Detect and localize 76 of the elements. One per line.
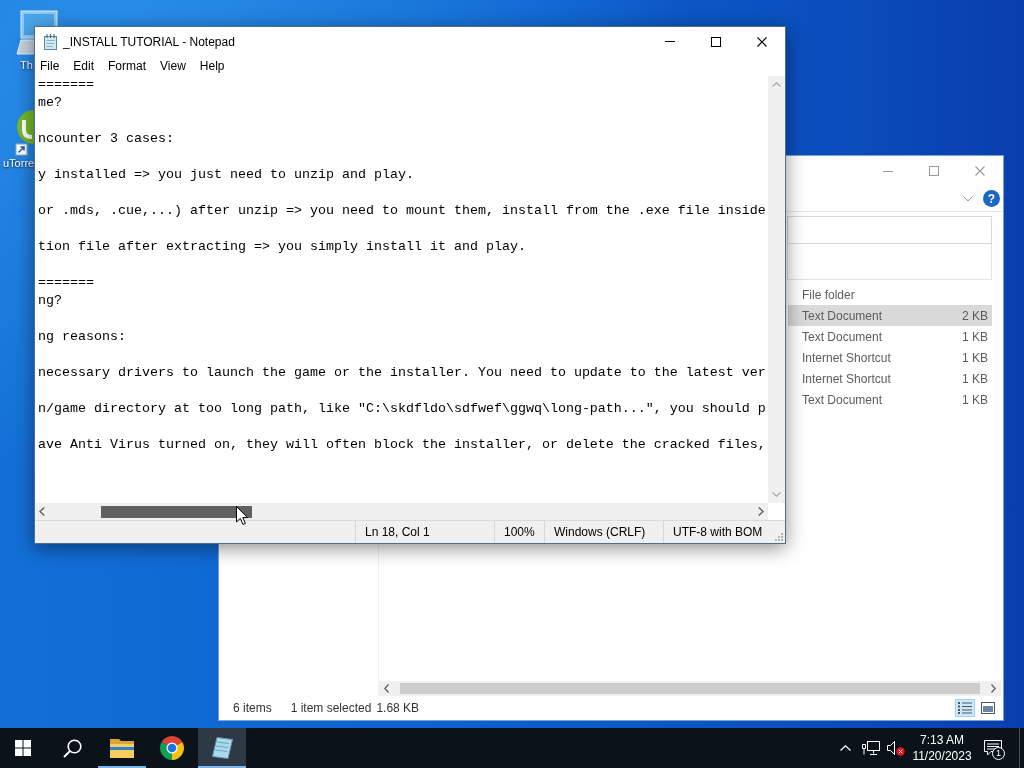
menu-item[interactable]: Edit xyxy=(66,56,102,76)
taskbar-button[interactable] xyxy=(198,728,246,768)
menu-item[interactable]: Help xyxy=(192,56,232,76)
status-text: Ln 18, Col 1 xyxy=(355,521,494,543)
file-row[interactable]: File folder xyxy=(788,284,992,305)
notifications-button[interactable]: 1 xyxy=(976,728,1010,768)
details-list-icon xyxy=(958,702,972,714)
resize-grip-icon[interactable] xyxy=(775,533,783,541)
horizontal-scrollbar[interactable] xyxy=(35,503,768,520)
text-line: ave Anti Virus turned on, they will often block the installer, or delete the cracked files, xyxy=(38,436,766,454)
icon-label: uTorre xyxy=(3,157,35,170)
text-line: ncounter 3 cases: xyxy=(38,130,174,148)
close-icon xyxy=(757,36,767,47)
file-size: 2 KB xyxy=(962,308,988,323)
maximize-icon xyxy=(711,36,721,47)
text-line: or .mds, .cue,...) after unzip => you need to mount them, install from the .exe file inside xyxy=(38,202,766,220)
selection-info: 1 item selected xyxy=(290,701,372,715)
status-text: Windows (CRLF) xyxy=(544,521,663,543)
notification-badge: 1 xyxy=(992,747,1005,760)
message-icon xyxy=(984,740,1002,756)
item-count: 6 items xyxy=(233,701,272,715)
file-row[interactable]: Text Document 2 KB xyxy=(788,305,992,326)
text-line: tion file after extracting => you simply install it and play. xyxy=(38,238,526,256)
text-line: ng? xyxy=(38,292,62,310)
text-line: ======= xyxy=(38,76,94,94)
menu-item[interactable]: Format xyxy=(101,56,154,76)
notepad-icon xyxy=(211,737,233,759)
menu-item[interactable]: File xyxy=(33,56,67,76)
file-size: 1 KB xyxy=(962,392,988,407)
file-type: Text Document xyxy=(802,308,883,323)
speaker-muted-icon xyxy=(886,740,905,756)
chevron-down-icon[interactable] xyxy=(963,195,973,202)
scrollbar-thumb[interactable] xyxy=(101,505,252,518)
maximize-icon xyxy=(929,166,939,176)
selection-size: 1.68 KB xyxy=(376,701,420,715)
file-row[interactable]: Internet Shortcut 1 KB xyxy=(788,368,992,389)
file-size: 1 KB xyxy=(962,371,988,386)
help-button[interactable]: ? xyxy=(983,190,1000,207)
chevron-up-icon xyxy=(840,745,851,751)
horizontal-scrollbar[interactable] xyxy=(379,681,1001,696)
ring-logo-icon xyxy=(160,736,184,760)
notepad-icon xyxy=(43,33,58,50)
file-type: Text Document xyxy=(802,392,883,407)
cursor-icon xyxy=(236,506,248,525)
clock[interactable]: 7:13 AM 11/20/2023 xyxy=(908,728,976,768)
close-icon xyxy=(975,166,985,176)
file-type: Text Document xyxy=(802,329,883,344)
text-line: ng reasons: xyxy=(38,328,126,346)
text-line: necessary drivers to launch the game or the installer. You need to update to the latest ver xyxy=(38,364,766,382)
file-row[interactable]: Text Document 1 KB xyxy=(788,389,992,410)
status-text: 100% xyxy=(494,521,544,543)
preview-view-button[interactable] xyxy=(978,699,998,717)
folder-icon xyxy=(110,738,134,758)
preview-pane-icon xyxy=(981,702,995,714)
minimize-icon xyxy=(883,170,893,172)
text-line: ======= xyxy=(38,274,94,292)
text-line: n/game directory at too long path, like "C:\skdfldo\sdfwef\ggwq\long-path...", you should p xyxy=(38,400,766,418)
status-text: UTF-8 with BOM xyxy=(663,521,773,543)
file-type: File folder xyxy=(802,287,855,302)
network-icon xyxy=(861,740,880,756)
text-line: me? xyxy=(38,94,62,112)
minimize-icon xyxy=(665,41,675,42)
file-row[interactable]: Text Document 1 KB xyxy=(788,326,992,347)
menu-item[interactable]: View xyxy=(153,56,193,76)
file-size: 1 KB xyxy=(962,350,988,365)
file-size: 1 KB xyxy=(962,329,988,344)
window-title: _INSTALL TUTORIAL - Notepad xyxy=(63,34,235,49)
file-type: Internet Shortcut xyxy=(802,371,891,386)
file-row[interactable]: Internet Shortcut 1 KB xyxy=(788,347,992,368)
icon-label: Th xyxy=(20,59,33,72)
text-line: y installed => you just need to unzip and play. xyxy=(38,166,414,184)
scrollbar-thumb[interactable] xyxy=(400,683,980,694)
start-icon xyxy=(15,740,31,756)
details-view-button[interactable] xyxy=(955,699,975,717)
search-icon xyxy=(62,738,82,758)
file-type: Internet Shortcut xyxy=(802,350,891,365)
